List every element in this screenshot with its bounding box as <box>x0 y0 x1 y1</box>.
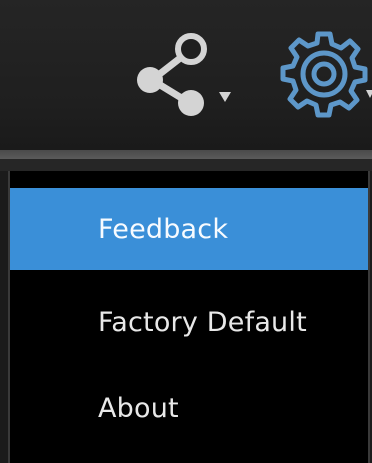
menu-item-feedback[interactable]: Feedback <box>10 188 368 270</box>
share-menu-button[interactable] <box>130 32 240 120</box>
toolbar-divider <box>0 150 372 159</box>
settings-menu-button[interactable] <box>278 30 372 120</box>
top-toolbar <box>0 0 372 150</box>
dropdown-arrow-icon <box>366 90 372 98</box>
menu-item-label: About <box>98 392 179 424</box>
dropdown-arrow-icon <box>219 92 231 102</box>
menu-item-about[interactable]: About <box>10 367 368 449</box>
menu-item-label: Factory Default <box>98 306 307 338</box>
settings-dropdown-menu: Feedback Factory Default About <box>8 171 370 463</box>
share-icon <box>137 33 231 116</box>
menu-item-factory-default[interactable]: Factory Default <box>10 281 368 363</box>
settings-gear-icon <box>280 31 372 118</box>
menu-item-label: Feedback <box>98 213 229 245</box>
menu-top-shadow <box>0 159 372 171</box>
